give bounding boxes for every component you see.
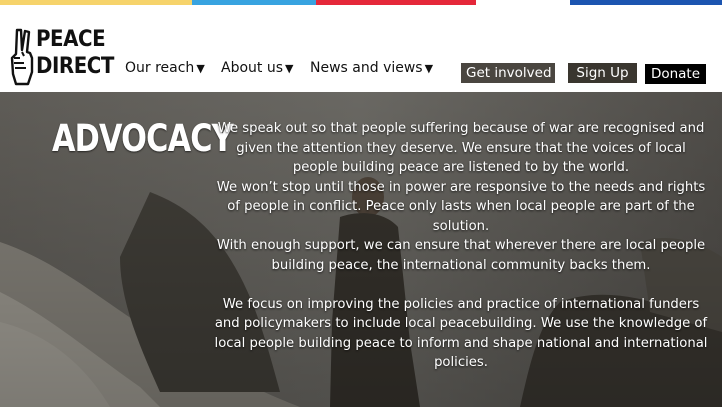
peace-hand-icon bbox=[10, 28, 34, 86]
peace-direct-logo[interactable]: PEACE DIRECT bbox=[10, 26, 114, 90]
logo-wordmark: PEACE DIRECT bbox=[36, 26, 114, 80]
paragraph-responsive: We won’t stop until those in power are r… bbox=[216, 179, 706, 234]
nav-about-us[interactable]: About us ▼ bbox=[221, 60, 293, 76]
paragraph-voices: We speak out so that people suffering be… bbox=[217, 121, 705, 175]
chevron-down-icon: ▼ bbox=[196, 62, 205, 75]
nav-our-reach[interactable]: Our reach ▼ bbox=[125, 60, 205, 76]
advocacy-description: We speak out so that people suffering be… bbox=[214, 119, 708, 373]
nav-about-us-label: About us bbox=[221, 60, 284, 76]
logo-line-peace: PEACE bbox=[36, 27, 106, 52]
nav-news-and-views-label: News and views bbox=[310, 60, 423, 76]
advocacy-hero: ADVOCACY We speak out so that people suf… bbox=[0, 92, 722, 407]
get-involved-button[interactable]: Get involved bbox=[461, 63, 555, 83]
logo-line-direct: DIRECT bbox=[36, 54, 114, 79]
nav-news-and-views[interactable]: News and views ▼ bbox=[310, 60, 433, 76]
paragraph-support: With enough support, we can ensure that … bbox=[216, 238, 706, 273]
page-title: ADVOCACY bbox=[52, 117, 234, 160]
nav-our-reach-label: Our reach bbox=[125, 60, 195, 76]
paragraph-policies: We focus on improving the policies and p… bbox=[214, 296, 708, 371]
chevron-down-icon: ▼ bbox=[285, 62, 294, 75]
donate-button[interactable]: Donate bbox=[645, 64, 706, 84]
sign-up-button[interactable]: Sign Up bbox=[568, 63, 637, 83]
chevron-down-icon: ▼ bbox=[424, 62, 434, 75]
site-header: PEACE DIRECT Our reach ▼ About us ▼ News a… bbox=[0, 5, 722, 92]
